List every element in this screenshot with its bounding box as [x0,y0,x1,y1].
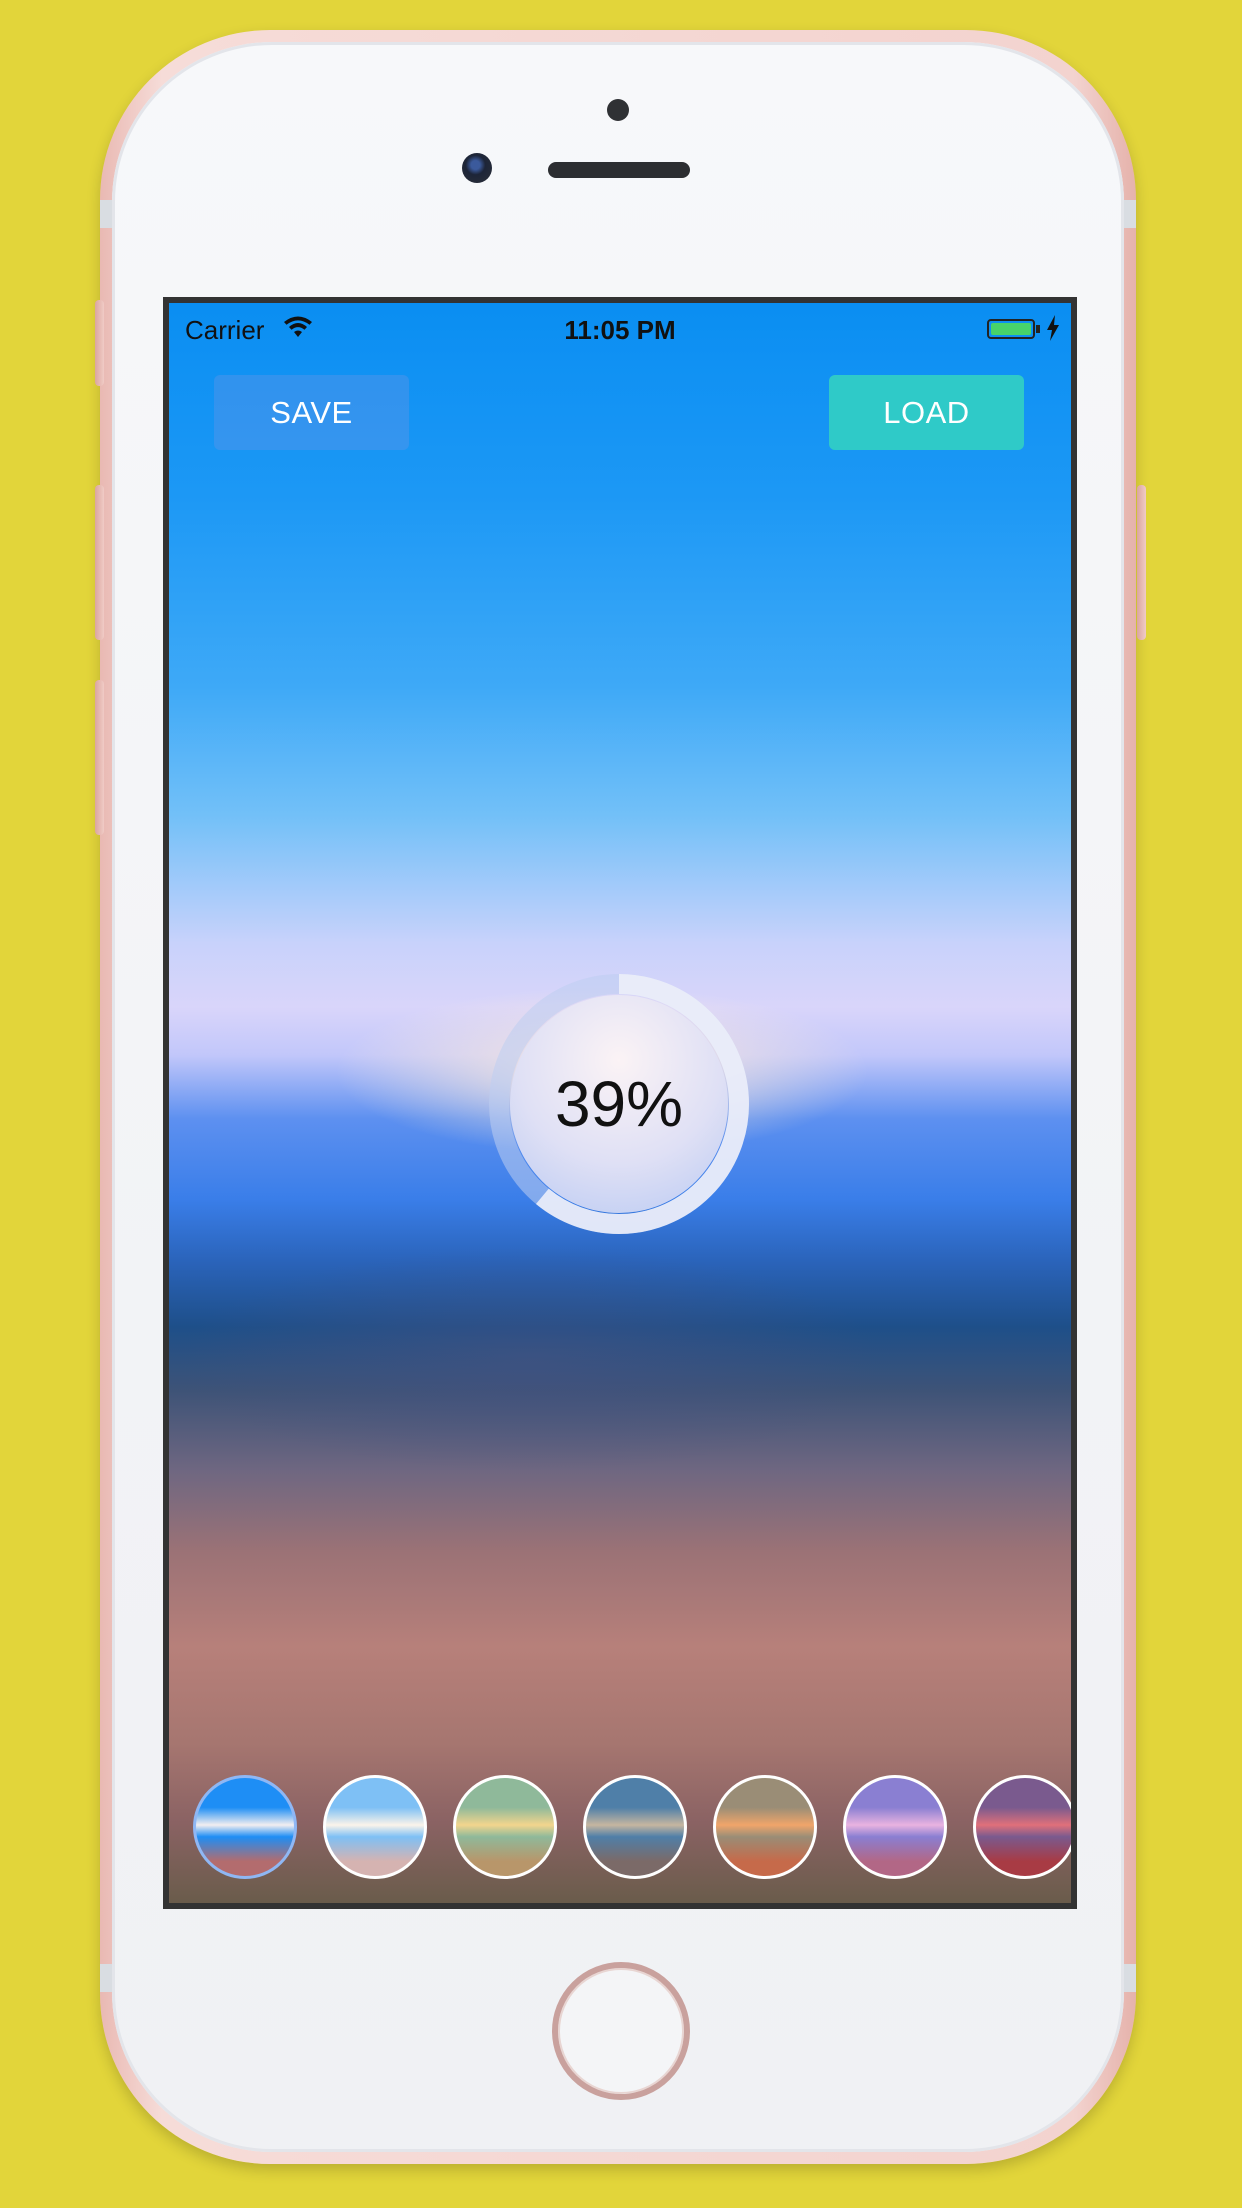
battery-icon [987,319,1035,339]
earpiece-speaker [548,162,690,178]
antenna-band [100,1964,112,1992]
antenna-band [100,200,112,228]
load-button[interactable]: LOAD [829,375,1024,450]
volume-up-button [95,485,104,640]
filter-thumbnail-7[interactable] [973,1775,1071,1879]
screen: Carrier 11:05 PM SAVE LOAD 39% [163,297,1077,1909]
progress-label: 39% [554,1068,684,1140]
proximity-sensor [607,99,629,121]
antenna-band [1124,200,1136,228]
volume-down-button [95,680,104,835]
filter-thumbnail-4[interactable] [583,1775,687,1879]
mute-switch [95,300,104,386]
power-button [1137,485,1146,640]
home-button[interactable] [552,1962,690,2100]
battery-cap [1036,325,1040,333]
antenna-band [1124,1964,1136,1992]
filter-thumbnail-3[interactable] [453,1775,557,1879]
filter-thumbnail-1[interactable] [193,1775,297,1879]
progress-indicator: 39% [488,973,750,1235]
filter-thumbnail-6[interactable] [843,1775,947,1879]
battery-level [991,323,1031,335]
status-time: 11:05 PM [564,315,676,345]
charging-bolt-icon [1047,315,1059,341]
filter-strip [169,1775,1071,1885]
filter-thumbnail-2[interactable] [323,1775,427,1879]
filter-thumbnail-5[interactable] [713,1775,817,1879]
status-bar: Carrier 11:05 PM [169,303,1071,351]
save-button[interactable]: SAVE [214,375,409,450]
front-camera-icon [462,153,492,183]
blurred-photo-background: Carrier 11:05 PM SAVE LOAD 39% [169,303,1071,1903]
